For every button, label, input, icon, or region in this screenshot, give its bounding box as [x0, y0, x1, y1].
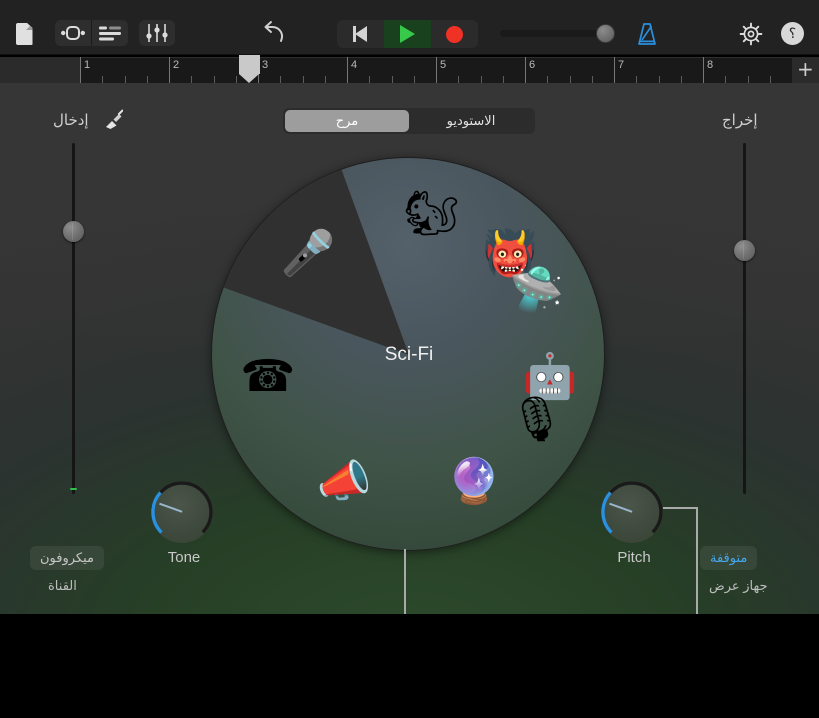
ruler-beat-tick: [636, 76, 638, 83]
ruler-beat-tick: [191, 76, 193, 83]
wheel-item-megaphone-icon[interactable]: 📣: [308, 446, 380, 518]
ruler-bar-tick: [436, 57, 437, 83]
channel-button[interactable]: ميكروفون: [30, 546, 104, 570]
segment-studio[interactable]: الاستوديو: [409, 110, 533, 132]
pitch-knob-wrapper: Pitch: [601, 481, 667, 566]
ruler-beat-tick: [413, 76, 415, 83]
ruler-beat-tick: [502, 76, 504, 83]
ruler-beat-tick: [324, 76, 326, 83]
master-volume-slider[interactable]: [500, 24, 615, 43]
wheel-item-bubbles-icon[interactable]: 🔮: [438, 446, 510, 518]
tone-knob-wrapper: Tone: [151, 481, 217, 566]
ruler-bar-number: 8: [707, 59, 714, 71]
loop-browser-icon[interactable]: [55, 20, 91, 46]
ruler-beat-tick: [547, 76, 549, 83]
ruler-beat-tick: [569, 76, 571, 83]
view-mode-segmented-control: الاستوديو مرح: [283, 108, 535, 134]
ruler-bar-number: 5: [440, 59, 447, 71]
pitch-knob[interactable]: [601, 481, 663, 543]
tone-knob-label: Tone: [167, 549, 201, 566]
ruler-beat-tick: [458, 76, 460, 83]
rewind-to-start-icon[interactable]: [337, 20, 384, 48]
input-fader-knob[interactable]: [63, 221, 84, 242]
output-fader-track[interactable]: [743, 143, 746, 494]
monitor-button[interactable]: متوقفة: [700, 546, 758, 570]
ruler-beat-tick: [280, 76, 282, 83]
ruler-beat-tick: [391, 76, 393, 83]
mixer-group: [139, 20, 175, 46]
ruler-bar-tick: [80, 57, 81, 83]
ruler-beat-tick: [658, 76, 660, 83]
ruler-bar-number: 2: [173, 59, 180, 71]
input-fader[interactable]: [55, 143, 91, 494]
ruler-bar-tick: [347, 57, 348, 83]
document-icon[interactable]: [12, 21, 36, 47]
input-label: إدخال: [53, 112, 89, 129]
ruler-beat-tick: [213, 76, 215, 83]
transport-controls: [337, 20, 478, 48]
ruler-bar-tick: [525, 57, 526, 83]
metronome-icon[interactable]: [634, 22, 660, 46]
ruler-beat-tick: [102, 76, 104, 83]
ruler-bar-number: 1: [84, 59, 91, 71]
ruler-beat-tick: [369, 76, 371, 83]
ruler-bar-tick: [169, 57, 170, 83]
garageband-window: ؟ 1 2 3 4 5 6 7 8 + الاستوديو مرح إدخال إخراج S…: [0, 0, 819, 718]
playhead[interactable]: [238, 55, 260, 83]
wheel-item-studio-microphone-icon[interactable]: 🎙: [500, 384, 572, 456]
gear-icon[interactable]: [739, 22, 763, 46]
ruler-bar-number: 6: [529, 59, 536, 71]
ruler-beat-tick: [124, 76, 126, 83]
ruler-beat-tick: [146, 76, 148, 83]
output-fader-knob[interactable]: [734, 240, 755, 261]
ruler-bar-number: 4: [351, 59, 358, 71]
wheel-item-chipmunk-icon[interactable]: 🐿: [395, 178, 467, 250]
record-icon[interactable]: [431, 20, 478, 48]
ruler-bar-tick: [614, 57, 615, 83]
wheel-item-telephone-icon[interactable]: ☎: [232, 341, 304, 413]
ruler-bar-number: 7: [618, 59, 625, 71]
ruler-beat-tick: [302, 76, 304, 83]
top-toolbar: ؟: [0, 0, 819, 55]
bottom-empty-area: [0, 614, 819, 718]
help-icon[interactable]: ؟: [781, 22, 804, 45]
volume-knob[interactable]: [596, 24, 615, 43]
add-track-button[interactable]: +: [797, 59, 814, 79]
ruler-beat-tick: [747, 76, 749, 83]
monitor-caption: جهاز عرض: [709, 578, 768, 593]
ruler-beat-tick: [591, 76, 593, 83]
ruler-bar-tick: [703, 57, 704, 83]
ruler-beat-tick: [769, 76, 771, 83]
pitch-connector-rail: [663, 507, 698, 509]
channel-caption: القناة: [48, 578, 77, 593]
voice-effects-wheel[interactable]: Sci-Fi 👹 🤖 🔮 📣 ☎ 🎤 🐿 🛸 🎙: [211, 157, 605, 551]
ruler-bar-number: 3: [262, 59, 269, 71]
play-icon[interactable]: [384, 20, 431, 48]
ruler-beat-tick: [725, 76, 727, 83]
output-fader[interactable]: [726, 143, 762, 494]
mixer-sliders-icon[interactable]: [139, 20, 175, 46]
undo-arrow-icon[interactable]: [262, 20, 290, 46]
track-view-icon[interactable]: [92, 20, 128, 46]
view-toggle-group: [55, 20, 128, 46]
input-fader-track[interactable]: [72, 143, 75, 494]
segment-fun[interactable]: مرح: [285, 110, 409, 132]
output-label: إخراج: [722, 112, 758, 129]
ruler-beat-tick: [680, 76, 682, 83]
timeline-ruler[interactable]: 1 2 3 4 5 6 7 8: [80, 57, 792, 83]
wheel-item-gold-microphone-icon[interactable]: 🎤: [272, 218, 344, 290]
input-level-led: [70, 488, 77, 490]
ruler-beat-tick: [235, 76, 237, 83]
wheel-item-ufo-sci-fi-icon[interactable]: 🛸: [500, 254, 572, 326]
ruler-beat-tick: [480, 76, 482, 83]
guitar-cable-icon[interactable]: [103, 108, 124, 130]
tone-knob[interactable]: [151, 481, 213, 543]
pitch-knob-label: Pitch: [617, 549, 651, 566]
